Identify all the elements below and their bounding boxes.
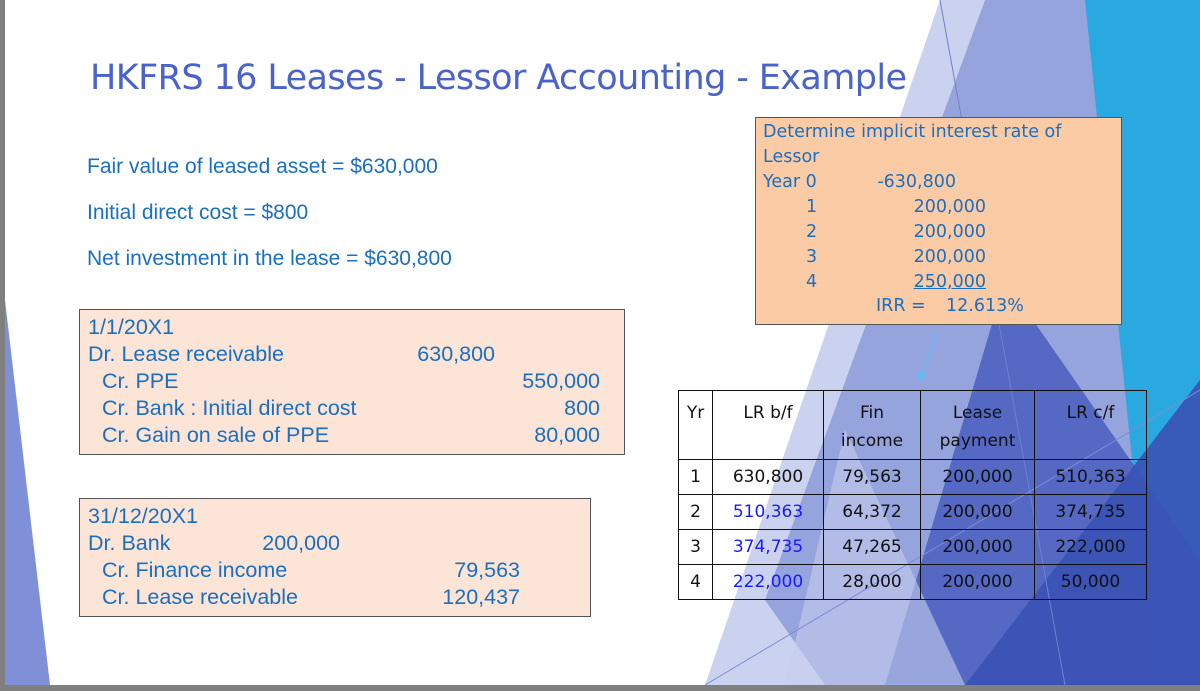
table-header-row: Yr LR b/f Fin income Lease payment LR c/f [678,390,1147,460]
slide: HKFRS 16 Leases - Lessor Accounting - Ex… [5,0,1200,685]
journal-date: 31/12/20X1 [88,504,198,528]
journal-account: Cr. Lease receivable [102,585,298,609]
journal-entry-yearend: 31/12/20X1 Dr. Bank 200,000 Cr. Finance … [79,498,591,617]
cell-yr: 4 [678,564,713,600]
header-lease-payment: Lease payment [920,390,1035,460]
cell-lr-cf: 374,735 [1034,494,1147,530]
journal-account: Dr. Bank [88,531,171,555]
journal-credit: 800 [564,396,600,420]
header-lr-cf: LR c/f [1034,390,1147,460]
header-lease-payment-line2: payment [939,431,1016,451]
cell-lr-cf: 50,000 [1034,564,1147,600]
header-fin-income-line2: income [840,431,904,451]
cell-lease-payment: 200,000 [920,529,1035,565]
page-title: HKFRS 16 Leases - Lessor Accounting - Ex… [90,58,907,98]
irr-value: 12.613% [946,296,1024,316]
journal-account: Cr. Bank : Initial direct cost [102,396,357,420]
cell-yr: 1 [678,459,713,495]
header-lease-payment-line1: Lease [952,403,1003,423]
table-row: 3 374,735 47,265 200,000 222,000 [678,529,1147,565]
journal-date: 1/1/20X1 [88,315,175,339]
cell-lr-cf: 222,000 [1034,529,1147,565]
journal-credit: 550,000 [522,369,600,393]
journal-account: Dr. Lease receivable [88,342,284,366]
journal-credit: 80,000 [534,423,600,447]
header-lr-bf: LR b/f [712,390,824,460]
cashflow-year: 2 [806,222,818,242]
cell-yr: 3 [678,529,713,565]
cashflow-year: 1 [806,197,818,217]
journal-account: Cr. Gain on sale of PPE [102,423,330,447]
journal-credit: 79,563 [454,558,520,582]
cell-lr-bf: 630,800 [712,459,824,495]
cell-lr-bf: 510,363 [712,494,824,530]
cashflow-amount: 200,000 [913,197,986,217]
journal-entry-initial: 1/1/20X1 Dr. Lease receivable 630,800 Cr… [79,309,625,455]
bg-shape-left-wedge [5,300,50,685]
irr-label: IRR = [876,296,926,316]
cell-lr-bf: 222,000 [712,564,824,600]
net-investment-text: Net investment in the lease = $630,800 [87,247,452,270]
journal-debit: 200,000 [262,531,340,555]
cell-fin-income: 79,563 [823,459,921,495]
cashflow-amount: -630,800 [877,172,956,192]
fair-value-text: Fair value of leased asset = $630,000 [87,155,438,178]
irr-heading-lessor: Lessor [763,147,820,167]
cashflow-amount: 250,000 [913,272,986,292]
cashflow-amount: 200,000 [913,222,986,242]
cashflow-amount: 200,000 [913,247,986,267]
irr-heading: Determine implicit interest rate of [763,122,1062,142]
table-row: 1 630,800 79,563 200,000 510,363 [678,459,1147,495]
arrow-down-icon [917,332,938,382]
cell-yr: 2 [678,494,713,530]
cell-fin-income: 28,000 [823,564,921,600]
cell-lease-payment: 200,000 [920,459,1035,495]
header-fin-income-line1: Fin [859,403,885,423]
lease-receivable-schedule: Yr LR b/f Fin income Lease payment LR c/f … [678,390,1147,600]
cell-lease-payment: 200,000 [920,564,1035,600]
year-0-label: Year 0 [763,172,817,192]
header-fin-income: Fin income [823,390,921,460]
journal-account: Cr. Finance income [102,558,288,582]
table-row: 4 222,000 28,000 200,000 50,000 [678,564,1147,600]
journal-debit: 630,800 [417,342,495,366]
journal-credit: 120,437 [442,585,520,609]
table-row: 2 510,363 64,372 200,000 374,735 [678,494,1147,530]
irr-calculation-box: Determine implicit interest rate of Less… [755,117,1122,325]
cashflow-year: 3 [806,247,818,267]
cell-fin-income: 47,265 [823,529,921,565]
cell-lr-cf: 510,363 [1034,459,1147,495]
header-yr: Yr [678,390,713,460]
initial-direct-cost-text: Initial direct cost = $800 [87,201,309,224]
cell-lease-payment: 200,000 [920,494,1035,530]
cashflow-year: 4 [806,272,818,292]
cell-lr-bf: 374,735 [712,529,824,565]
journal-account: Cr. PPE [102,369,179,393]
cell-fin-income: 64,372 [823,494,921,530]
